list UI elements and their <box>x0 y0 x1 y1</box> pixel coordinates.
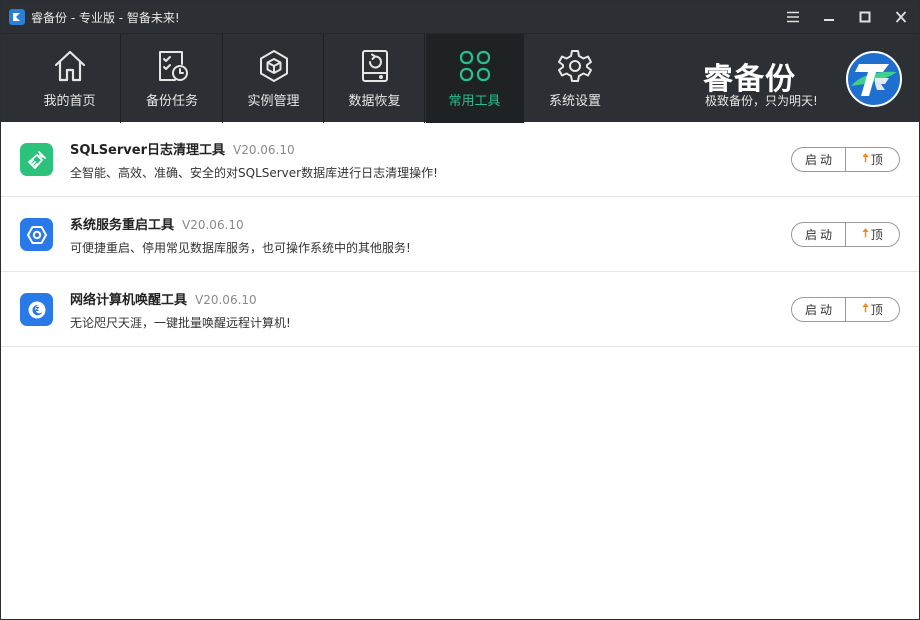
tool-title: 系统服务重启工具 V20.06.10 <box>70 214 244 233</box>
main-nav: 我的首页 备份任务 实例管理 数据恢复 常用工具 系统设置 睿备份 极致备份，只… <box>1 33 919 123</box>
tool-title: 网络计算机唤醒工具 V20.06.10 <box>70 289 257 308</box>
arrow-up-icon: 🠅 <box>862 226 869 240</box>
tool-description: 可便捷重启、停用常见数据库服务，也可操作系统中的其他服务! <box>70 241 411 255</box>
data-restore-icon <box>356 47 394 85</box>
brand: 睿备份 极致备份，只为明天! <box>703 42 903 116</box>
nav-item-settings[interactable]: 系统设置 <box>525 34 625 123</box>
list-item: 网络计算机唤醒工具 V20.06.10 无论咫尺天涯，一键批量唤醒远程计算机! 启… <box>1 272 919 347</box>
app-window: 睿备份 - 专业版 - 智备未来! 我的首页 备份任务 实例管理 数据恢复 常用… <box>0 0 920 620</box>
menu-icon[interactable] <box>775 1 811 33</box>
tool-title: SQLServer日志清理工具 V20.06.10 <box>70 139 295 158</box>
list-item: SQLServer日志清理工具 V20.06.10 全智能、高效、准确、安全的对S… <box>1 122 919 197</box>
tools-grid-icon <box>456 47 494 85</box>
maximize-icon[interactable] <box>847 1 883 33</box>
pin-top-button[interactable]: 🠅 顶 <box>846 223 899 246</box>
tool-actions: 启动 🠅 顶 <box>791 222 900 247</box>
start-button[interactable]: 启动 <box>792 223 846 246</box>
tool-version: V20.06.10 <box>182 218 244 232</box>
tool-description: 全智能、高效、准确、安全的对SQLServer数据库进行日志清理操作! <box>70 166 438 180</box>
nav-label-backup-tasks: 备份任务 <box>145 94 198 109</box>
home-icon <box>51 47 89 85</box>
pin-top-label: 顶 <box>870 228 883 242</box>
nav-label-home: 我的首页 <box>43 94 96 109</box>
tool-name: SQLServer日志清理工具 <box>70 143 225 158</box>
nav-label-instances: 实例管理 <box>247 94 300 109</box>
tool-actions: 启动 🠅 顶 <box>791 147 900 172</box>
tool-description: 无论咫尺天涯，一键批量唤醒远程计算机! <box>70 316 291 330</box>
list-item: 系统服务重启工具 V20.06.10 可便捷重启、停用常见数据库服务，也可操作系统… <box>1 197 919 272</box>
brand-slogan: 极致备份，只为明天! <box>705 94 818 108</box>
wake-moon-icon <box>20 293 53 326</box>
gear-icon <box>556 47 594 85</box>
start-button[interactable]: 启动 <box>792 298 846 321</box>
tool-list: SQLServer日志清理工具 V20.06.10 全智能、高效、准确、安全的对S… <box>1 122 919 347</box>
window-controls <box>775 1 919 33</box>
nav-label-settings: 系统设置 <box>548 94 601 109</box>
arrow-up-icon: 🠅 <box>862 151 869 165</box>
service-hex-icon <box>20 218 53 251</box>
backup-task-icon <box>153 47 191 85</box>
tool-name: 系统服务重启工具 <box>70 218 175 233</box>
nav-item-instances[interactable]: 实例管理 <box>224 34 324 123</box>
pin-top-button[interactable]: 🠅 顶 <box>846 148 899 171</box>
start-button[interactable]: 启动 <box>792 148 846 171</box>
arrow-up-icon: 🠅 <box>862 301 869 315</box>
pin-top-button[interactable]: 🠅 顶 <box>846 298 899 321</box>
title-bar: 睿备份 - 专业版 - 智备未来! <box>1 1 919 33</box>
nav-label-tools: 常用工具 <box>448 94 501 109</box>
tool-version: V20.06.10 <box>233 143 295 157</box>
nav-label-restore: 数据恢复 <box>348 94 401 109</box>
nav-item-home[interactable]: 我的首页 <box>19 34 121 123</box>
nav-item-backup-tasks[interactable]: 备份任务 <box>122 34 223 123</box>
tool-actions: 启动 🠅 顶 <box>791 297 900 322</box>
tool-name: 网络计算机唤醒工具 <box>70 293 188 308</box>
nav-item-tools[interactable]: 常用工具 <box>426 34 524 123</box>
pin-top-label: 顶 <box>870 303 883 317</box>
window-title: 睿备份 - 专业版 - 智备未来! <box>31 10 180 25</box>
close-icon[interactable] <box>883 1 919 33</box>
nav-item-restore[interactable]: 数据恢复 <box>325 34 425 123</box>
tool-version: V20.06.10 <box>195 293 257 307</box>
minimize-icon[interactable] <box>811 1 847 33</box>
brand-logo-icon <box>845 50 903 108</box>
app-logo-icon <box>9 9 25 25</box>
pin-top-label: 顶 <box>870 153 883 167</box>
broom-icon <box>20 143 53 176</box>
instance-cube-icon <box>255 47 293 85</box>
